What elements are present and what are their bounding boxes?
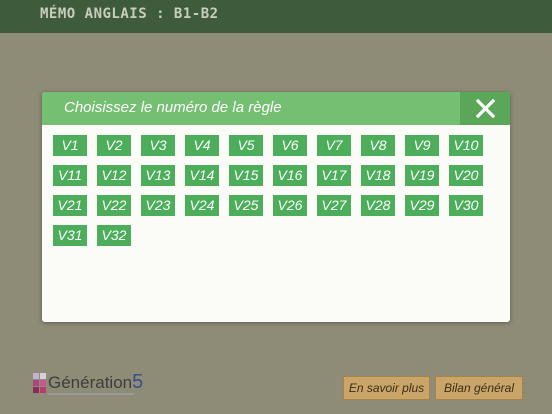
rule-button-v13[interactable]: V13: [141, 165, 175, 186]
rule-button-v24[interactable]: V24: [185, 195, 219, 216]
rule-button-v18[interactable]: V18: [361, 165, 395, 186]
rule-button-v26[interactable]: V26: [273, 195, 307, 216]
top-bar: MÉMO ANGLAIS : B1-B2: [0, 0, 552, 33]
rule-picker-dialog: Choisissez le numéro de la règle V1 V2 V3 V…: [42, 92, 510, 322]
close-x-icon: [476, 99, 495, 118]
rule-button-v25[interactable]: V25: [229, 195, 263, 216]
rule-button-v16[interactable]: V16: [273, 165, 307, 186]
rule-button-v14[interactable]: V14: [185, 165, 219, 186]
rule-button-v20[interactable]: V20: [449, 165, 483, 186]
rule-button-v23[interactable]: V23: [141, 195, 175, 216]
rule-button-v15[interactable]: V15: [229, 165, 263, 186]
rule-button-v22[interactable]: V22: [97, 195, 131, 216]
logo-underline: [48, 393, 134, 395]
rule-button-v21[interactable]: V21: [53, 195, 87, 216]
rule-button-v17[interactable]: V17: [317, 165, 351, 186]
rule-button-v28[interactable]: V28: [361, 195, 395, 216]
logo-number: 5: [132, 371, 144, 393]
rule-button-v5[interactable]: V5: [229, 135, 263, 156]
logo-text: Génération5: [48, 371, 143, 394]
logo-word: Génération: [48, 373, 133, 392]
rule-button-v10[interactable]: V10: [449, 135, 483, 156]
rule-button-v4[interactable]: V4: [185, 135, 219, 156]
rule-button-v31[interactable]: V31: [53, 225, 87, 246]
logo-squares-icon: [33, 373, 47, 393]
rule-button-v2[interactable]: V2: [97, 135, 131, 156]
app-title: MÉMO ANGLAIS : B1-B2: [40, 6, 219, 22]
rule-button-v29[interactable]: V29: [405, 195, 439, 216]
rule-button-v30[interactable]: V30: [449, 195, 483, 216]
summary-button[interactable]: Bilan général: [435, 376, 523, 400]
rule-button-v6[interactable]: V6: [273, 135, 307, 156]
rule-button-v12[interactable]: V12: [97, 165, 131, 186]
dialog-title: Choisissez le numéro de la règle: [64, 99, 282, 116]
rule-button-v19[interactable]: V19: [405, 165, 439, 186]
more-info-button[interactable]: En savoir plus: [343, 376, 430, 400]
rule-button-v8[interactable]: V8: [361, 135, 395, 156]
dialog-header: Choisissez le numéro de la règle: [42, 92, 510, 125]
generation5-logo: Génération5: [31, 369, 143, 397]
rule-button-v1[interactable]: V1: [53, 135, 87, 156]
rule-button-v9[interactable]: V9: [405, 135, 439, 156]
rule-button-v11[interactable]: V11: [53, 165, 87, 186]
rule-button-v27[interactable]: V27: [317, 195, 351, 216]
rule-button-v32[interactable]: V32: [97, 225, 131, 246]
close-button[interactable]: [460, 92, 510, 125]
rule-button-v7[interactable]: V7: [317, 135, 351, 156]
rule-button-v3[interactable]: V3: [141, 135, 175, 156]
